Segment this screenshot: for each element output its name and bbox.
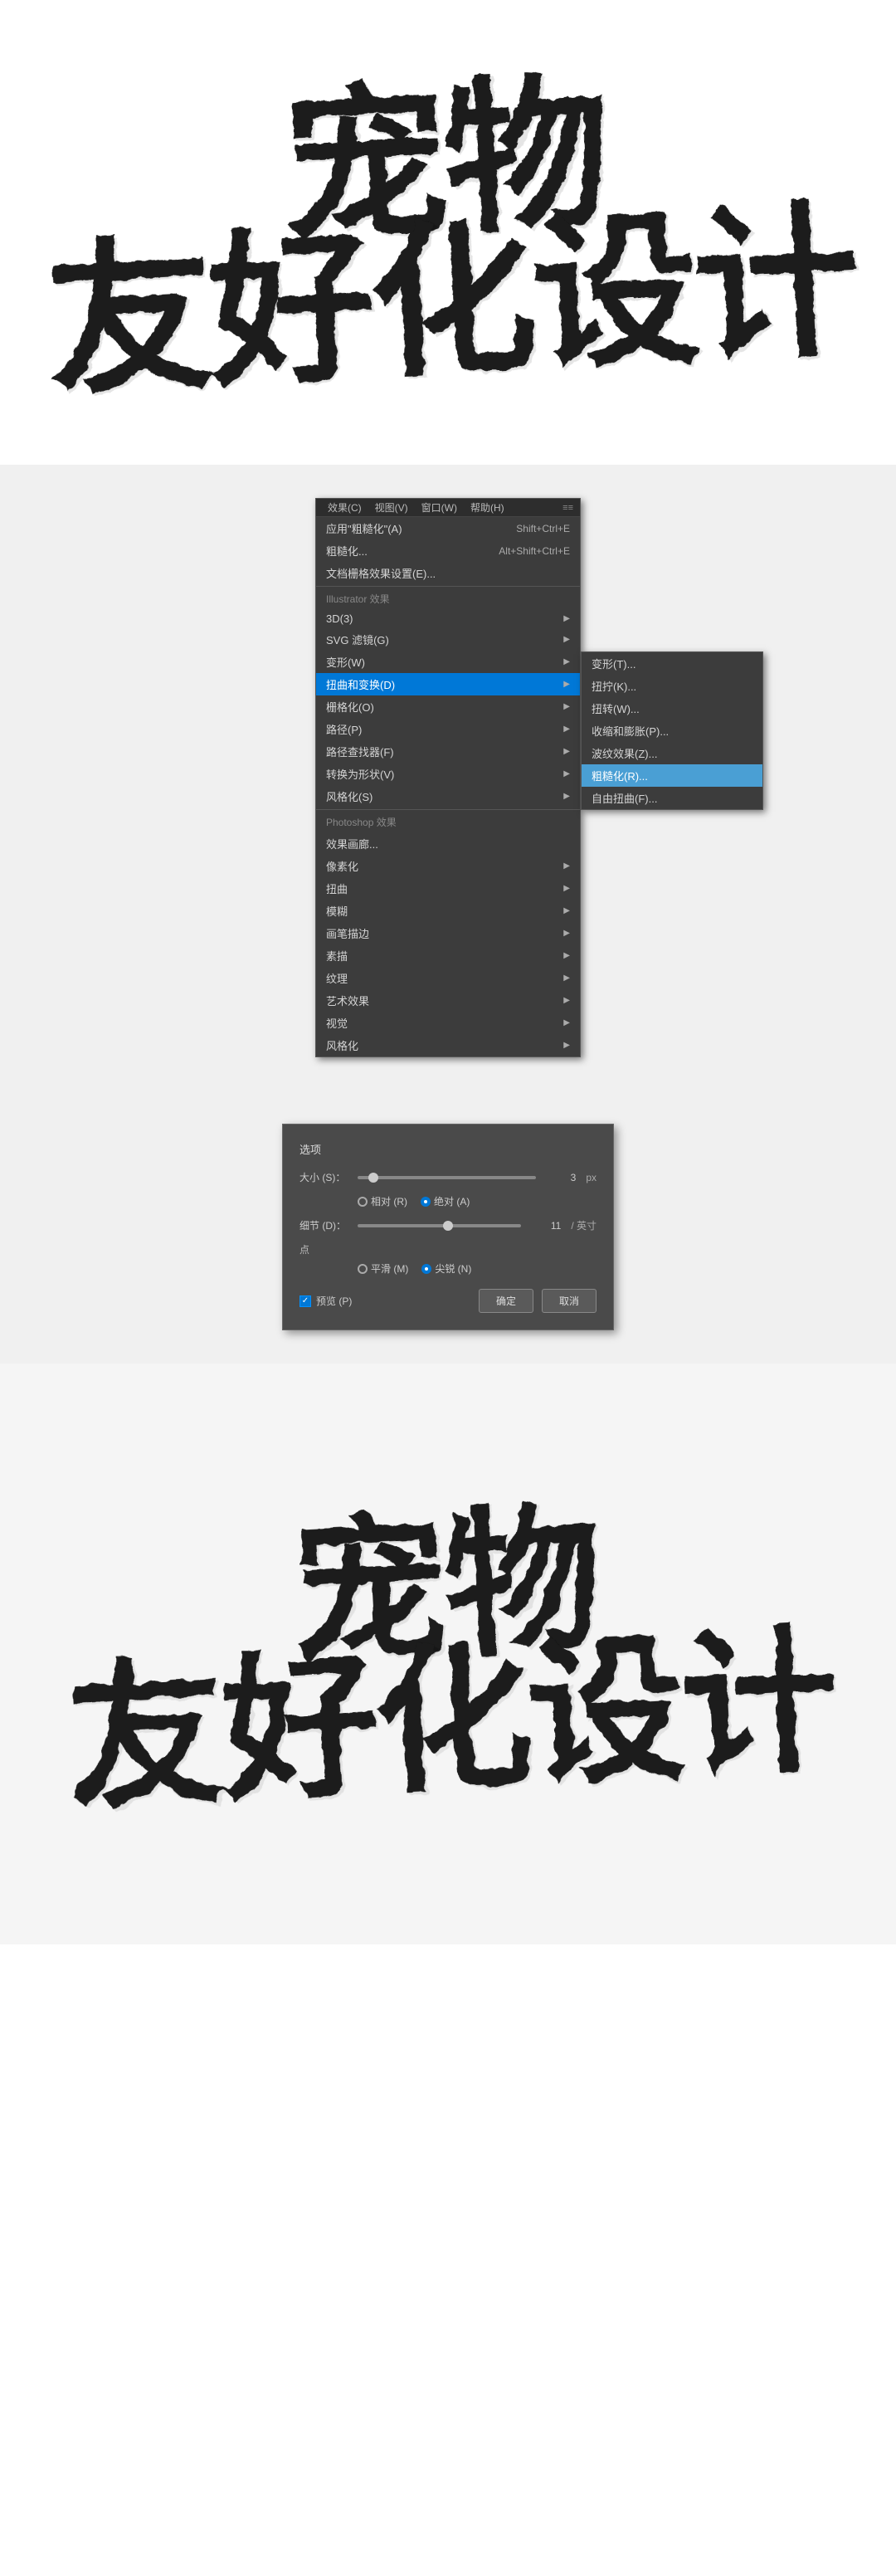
detail-row: 细节 (D)： 11 / 英寸 [299,1218,597,1232]
arrow-icon: ▶ [563,861,570,871]
size-row: 大小 (S)： 3 px [299,1170,597,1184]
pucker-bloat-item[interactable]: 收缩和膨胀(P)... [582,720,762,742]
arrow-icon: ▶ [563,724,570,734]
effect-gallery-item[interactable]: 效果画廊... [316,832,580,855]
stylize-item[interactable]: 风格化(S) ▶ [316,785,580,807]
radio-flat[interactable]: 平滑 (M) [358,1261,408,1276]
sketch-item[interactable]: 素描 ▶ [316,944,580,967]
section-top-calligraphy: 宠物 友好化设计 [0,0,896,465]
detail-value: 11 [528,1220,561,1232]
top-calligraphy-text: 宠物 友好化设计 [37,71,859,395]
arrow-icon: ▶ [563,884,570,893]
arrow-icon: ▶ [563,769,570,778]
confirm-button[interactable]: 确定 [479,1289,533,1313]
dialog-title: 选项 [299,1141,597,1157]
dialog-footer: 预览 (P) 确定 取消 [299,1289,597,1313]
menu-view[interactable]: 视图(V) [370,500,413,515]
detail-slider-container: 11 / 英寸 [358,1218,597,1232]
radio-relative-circle[interactable] [358,1197,368,1207]
roughen-dialog[interactable]: 选项 大小 (S)： 3 px 相对 (R) 绝对 (A) [282,1124,614,1330]
apply-roughen-item[interactable]: 应用"粗糙化"(A) Shift+Ctrl+E [316,517,580,539]
twist-item[interactable]: 扭转(W)... [582,697,762,720]
arrow-icon: ▶ [563,1018,570,1027]
path-item[interactable]: 路径(P) ▶ [316,718,580,740]
radio-flat-circle[interactable] [358,1264,368,1274]
arrow-icon: ▶ [563,657,570,666]
size-slider-container: 3 px [358,1172,597,1183]
radio-relative[interactable]: 相对 (R) [358,1194,407,1208]
tweak-item[interactable]: 扭拧(K)... [582,675,762,697]
arrow-icon: ▶ [563,906,570,915]
arrow-icon: ▶ [563,1041,570,1050]
dialog-buttons: 确定 取消 [479,1289,597,1313]
arrow-icon: ▶ [563,929,570,938]
bottom-calligraphy-text: 宠物 友好化设计 [58,1500,839,1808]
arrow-icon: ▶ [563,973,570,983]
preview-checkbox-box[interactable] [299,1295,311,1307]
detail-unit: / 英寸 [571,1218,597,1232]
radio-absolute[interactable]: 绝对 (A) [421,1194,470,1208]
stylize2-item[interactable]: 风格化 ▶ [316,1034,580,1056]
size-unit: px [586,1172,597,1183]
size-slider[interactable] [358,1176,536,1179]
arrow-icon: ▶ [563,792,570,801]
size-value: 3 [543,1172,576,1183]
separator-2 [316,809,580,810]
detail-slider[interactable] [358,1224,521,1227]
section-menu: 效果(C) 视图(V) 窗口(W) 帮助(H) ≡≡ 应用"粗糙化"(A) Sh… [0,465,896,1090]
panel-icon: ≡≡ [562,503,573,513]
arrow-icon: ▶ [563,996,570,1005]
radio-sharp[interactable]: 尖锐 (N) [421,1261,471,1276]
photoshop-effects-label: Photoshop 效果 [316,812,580,832]
distort-item[interactable]: 扭曲 ▶ [316,877,580,900]
ps-topbar: 效果(C) 视图(V) 窗口(W) 帮助(H) ≡≡ [316,499,580,517]
convert-shape-item[interactable]: 转换为形状(V) ▶ [316,763,580,785]
3d-item[interactable]: 3D(3) ▶ [316,609,580,628]
texture-item[interactable]: 纹理 ▶ [316,967,580,989]
arrow-icon: ▶ [563,747,570,756]
pathfinder-item[interactable]: 路径查找器(F) ▶ [316,740,580,763]
size-radio-group: 相对 (R) 绝对 (A) [358,1194,597,1208]
roughen-sub-item[interactable]: 粗糙化(R)... [582,764,762,787]
detail-label: 细节 (D)： [299,1218,358,1232]
warp-item[interactable]: 变形(W) ▶ [316,651,580,673]
arrow-icon: ▶ [563,614,570,623]
section-dialog: 选项 大小 (S)： 3 px 相对 (R) 绝对 (A) [0,1090,896,1364]
menu-effects[interactable]: 效果(C) [323,500,367,515]
radio-absolute-circle[interactable] [421,1197,431,1207]
warp-sub-item[interactable]: 变形(T)... [582,652,762,675]
size-label: 大小 (S)： [299,1170,358,1184]
video-item[interactable]: 视觉 ▶ [316,1012,580,1034]
blur-item[interactable]: 模糊 ▶ [316,900,580,922]
svg-filter-item[interactable]: SVG 滤镜(G) ▶ [316,628,580,651]
section-bottom-calligraphy: 宠物 友好化设计 [0,1364,896,1944]
rasterize-item[interactable]: 栅格化(O) ▶ [316,695,580,718]
arrow-icon: ▶ [563,635,570,644]
menu-window[interactable]: 窗口(W) [416,500,462,515]
illustrator-effects-label: Illustrator 效果 [316,588,580,609]
roughen-item[interactable]: 粗糙化... Alt+Shift+Ctrl+E [316,539,580,562]
brush-stroke-item[interactable]: 画笔描边 ▶ [316,922,580,944]
effects-menu[interactable]: 效果(C) 视图(V) 窗口(W) 帮助(H) ≡≡ 应用"粗糙化"(A) Sh… [315,498,581,1057]
arrow-icon: ▶ [563,702,570,711]
menu-help[interactable]: 帮助(H) [465,500,509,515]
artistic-item[interactable]: 艺术效果 ▶ [316,989,580,1012]
separator-1 [316,586,580,587]
point-label: 点 [299,1242,597,1256]
radio-sharp-circle[interactable] [421,1264,431,1274]
distort-submenu[interactable]: 变形(T)... 扭拧(K)... 扭转(W)... 收缩和膨胀(P)... 波… [581,651,763,810]
arrow-icon: ▶ [563,951,570,960]
ripple-item[interactable]: 波纹效果(Z)... [582,742,762,764]
document-raster-item[interactable]: 文档栅格效果设置(E)... [316,562,580,584]
preview-checkbox[interactable]: 预览 (P) [299,1294,352,1308]
arrow-icon: ▶ [563,680,570,689]
free-distort-item[interactable]: 自由扭曲(F)... [582,787,762,809]
pixelate-item[interactable]: 像素化 ▶ [316,855,580,877]
distort-transform-item[interactable]: 扭曲和变换(D) ▶ [316,673,580,695]
cancel-button[interactable]: 取消 [542,1289,597,1313]
point-radio-group: 平滑 (M) 尖锐 (N) [358,1261,597,1276]
